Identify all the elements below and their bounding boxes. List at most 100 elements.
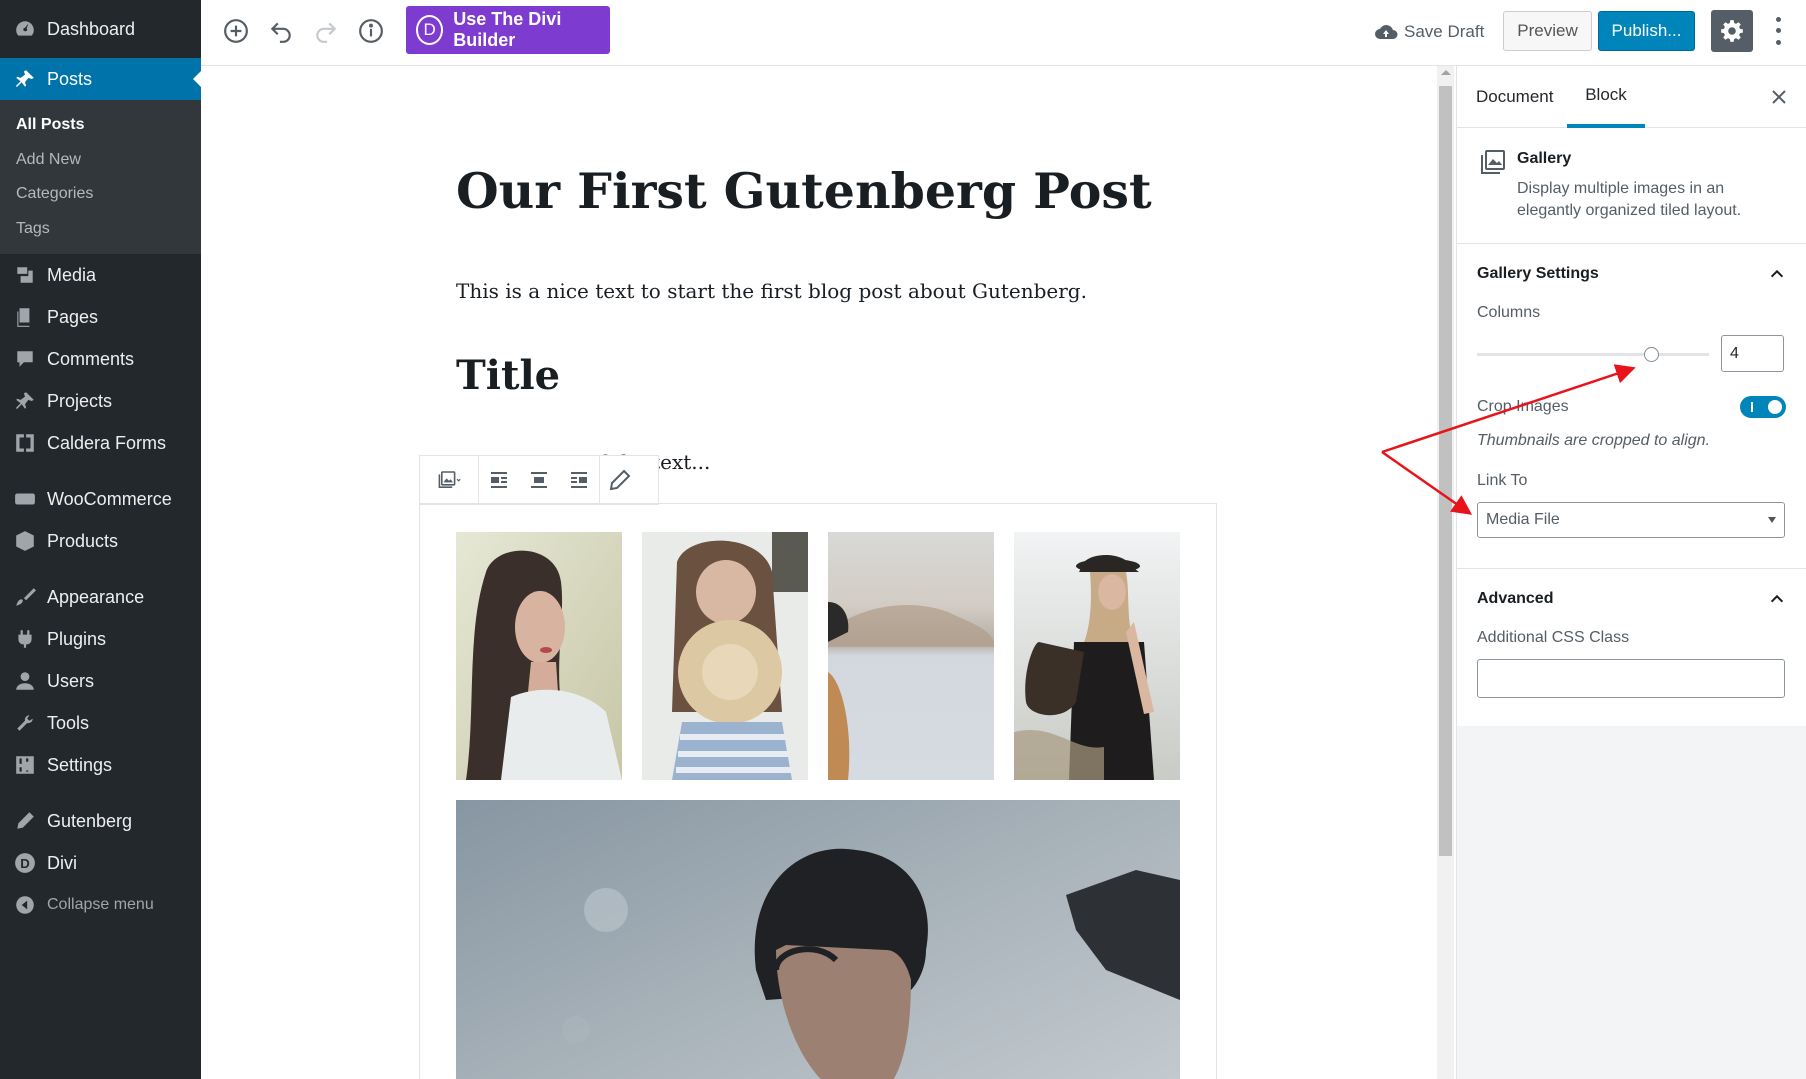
block-name: Gallery [1517,150,1572,167]
woo-icon [13,487,37,511]
gallery-settings-toggle[interactable]: Gallery Settings [1477,244,1786,304]
gallery-image-4[interactable] [1014,532,1180,780]
menu-label: Posts [47,68,93,89]
gallery-settings-panel: Gallery Settings Columns Crop Images Thu… [1457,244,1806,569]
block-switcher-gallery-icon[interactable] [420,456,478,504]
menu-dashboard[interactable]: Dashboard [0,0,201,58]
columns-control [1477,334,1786,378]
menu-posts[interactable]: Posts [0,58,201,100]
align-left-icon[interactable] [479,456,519,504]
settings-sidebar: Document Block Gallery Display multiple … [1456,66,1806,1079]
tab-document[interactable]: Document [1476,66,1553,128]
crop-images-toggle[interactable] [1740,396,1786,418]
menu-label: Dashboard [47,18,136,39]
crop-images-control: Crop Images [1477,386,1786,428]
menu-label: Products [47,530,119,551]
menu-label: Appearance [47,586,145,607]
post-title[interactable]: Our First Gutenberg Post [456,162,1152,220]
gallery-image-3[interactable] [828,532,994,780]
chevron-up-icon [1770,269,1784,278]
gallery-image-1[interactable] [456,532,622,780]
align-center-icon[interactable] [519,456,559,504]
chevron-up-icon [1770,594,1784,603]
link-to-select[interactable]: Media File [1477,502,1785,538]
menu-tools[interactable]: Tools [0,702,201,744]
menu-collapse[interactable]: Collapse menu [0,884,201,926]
publish-button[interactable]: Publish... [1598,11,1695,51]
align-right-icon[interactable] [559,456,599,504]
save-draft-label: Save Draft [1404,22,1485,41]
link-to-label: Link To [1477,472,1528,489]
edit-gallery-pencil-icon[interactable] [600,456,640,504]
woman-with-hat-photo [642,532,808,780]
menu-media[interactable]: Media [0,254,201,296]
link-to-value: Media File [1486,511,1560,528]
submenu-all-posts[interactable]: All Posts [0,108,201,143]
woman-portrait-photo [456,532,622,780]
menu-appearance[interactable]: Appearance [0,576,201,618]
close-icon[interactable] [1767,85,1791,109]
preview-button[interactable]: Preview [1503,11,1592,51]
menu-projects[interactable]: Projects [0,380,201,422]
submenu-tags[interactable]: Tags [0,212,201,247]
gallery-image-5[interactable] [456,800,1180,1079]
menu-label: Pages [47,306,99,327]
settings-gear-button[interactable] [1711,10,1753,52]
columns-slider-thumb[interactable] [1644,347,1659,362]
menu-divi[interactable]: D Divi [0,842,201,884]
add-block-icon[interactable] [220,15,252,47]
redo-icon[interactable] [310,15,342,47]
paragraph-block[interactable]: This is a nice text to start the first b… [456,279,1087,303]
caldera-icon [13,431,37,455]
undo-icon[interactable] [265,15,297,47]
scroll-up-arrow-icon[interactable] [1441,70,1451,75]
comments-icon [13,347,37,371]
pencil-icon [13,809,37,833]
editor-canvas: Our First Gutenberg Post This is a nice … [201,66,1437,1079]
menu-users[interactable]: Users [0,660,201,702]
cloud-upload-icon [1375,25,1398,39]
menu-products[interactable]: Products [0,520,201,562]
gallery-image-2[interactable] [642,532,808,780]
scrollbar-thumb[interactable] [1439,86,1452,856]
man-portrait-photo [456,800,1180,1079]
css-class-input[interactable] [1477,659,1785,698]
crop-help-text: Thumbnails are cropped to align. [1477,432,1711,449]
heading-block[interactable]: Title [456,352,560,399]
gear-icon [1721,20,1743,42]
pages-icon [13,305,37,329]
save-draft-button[interactable]: Save Draft [1374,18,1484,46]
submenu-categories[interactable]: Categories [0,177,201,212]
crop-images-label: Crop Images [1477,398,1569,415]
menu-label: Comments [47,348,135,369]
menu-comments[interactable]: Comments [0,338,201,380]
menu-woocommerce[interactable]: WooCommerce [0,478,201,520]
menu-gutenberg[interactable]: Gutenberg [0,800,201,842]
menu-label: Projects [47,390,113,411]
info-icon[interactable] [355,15,387,47]
columns-slider[interactable] [1477,353,1709,356]
block-toolbar [419,455,659,505]
block-card: Gallery Display multiple images in an el… [1457,128,1806,244]
panel-title: Advanced [1477,590,1554,607]
menu-label: Gutenberg [47,810,133,831]
tab-block[interactable]: Block [1567,66,1645,128]
dropdown-arrow-icon [1768,517,1776,523]
menu-label: WooCommerce [47,488,172,509]
user-icon [13,669,37,693]
gallery-block[interactable] [419,503,1217,1079]
menu-pages[interactable]: Pages [0,296,201,338]
menu-label: Settings [47,754,113,775]
divi-icon: D [13,851,37,875]
block-description: Display multiple images in an elegantly … [1517,180,1742,219]
submenu-add-new[interactable]: Add New [0,143,201,178]
menu-caldera-forms[interactable]: Caldera Forms [0,422,201,464]
divi-builder-button[interactable]: D Use The Divi Builder [406,6,610,54]
advanced-toggle[interactable]: Advanced [1477,569,1786,629]
menu-label: Plugins [47,628,107,649]
menu-plugins[interactable]: Plugins [0,618,201,660]
editor-scrollbar[interactable] [1437,66,1454,1079]
more-options-icon[interactable] [1768,14,1788,48]
columns-number-input[interactable] [1721,335,1784,372]
menu-settings[interactable]: Settings [0,744,201,786]
